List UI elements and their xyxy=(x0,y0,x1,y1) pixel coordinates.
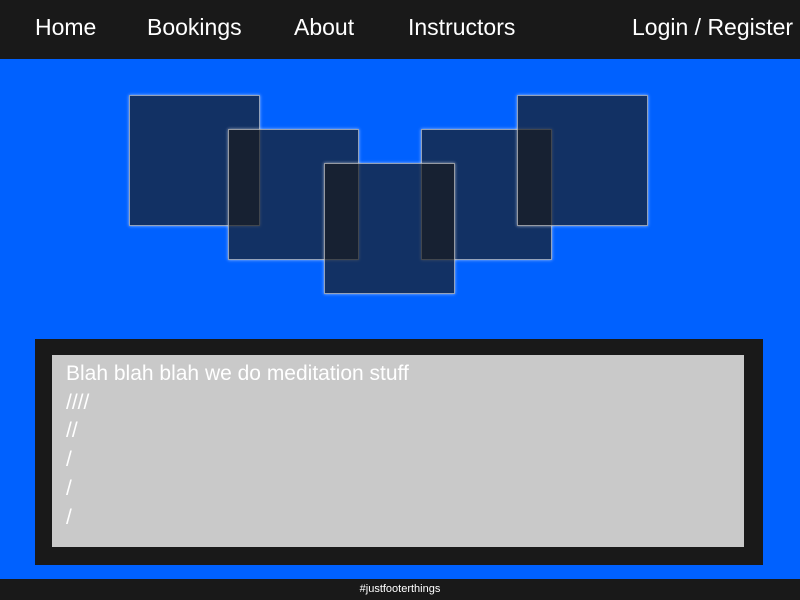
content-panel: Blah blah blah we do meditation stuff //… xyxy=(52,355,744,547)
content-text-line: // xyxy=(66,419,78,443)
footer-text: #justfooterthings xyxy=(359,583,441,595)
nav-link-home[interactable]: Home xyxy=(35,12,96,42)
nav-link-about[interactable]: About xyxy=(294,12,354,42)
content-text-line: / xyxy=(66,476,72,500)
content-text-line: / xyxy=(66,448,72,472)
top-navbar: Home Bookings About Instructors Login / … xyxy=(0,0,800,59)
nav-link-login-register[interactable]: Login / Register xyxy=(632,12,793,42)
decorative-tile xyxy=(517,95,648,226)
content-text-line: Blah blah blah we do meditation stuff xyxy=(66,362,409,385)
decorative-tile xyxy=(324,163,455,294)
page-footer: #justfooterthings xyxy=(0,579,800,600)
nav-link-bookings[interactable]: Bookings xyxy=(147,12,242,42)
nav-link-instructors[interactable]: Instructors xyxy=(408,12,515,42)
content-text-line: / xyxy=(66,505,72,529)
content-text-line: //// xyxy=(66,390,90,414)
content-panel-frame: Blah blah blah we do meditation stuff //… xyxy=(35,339,763,565)
